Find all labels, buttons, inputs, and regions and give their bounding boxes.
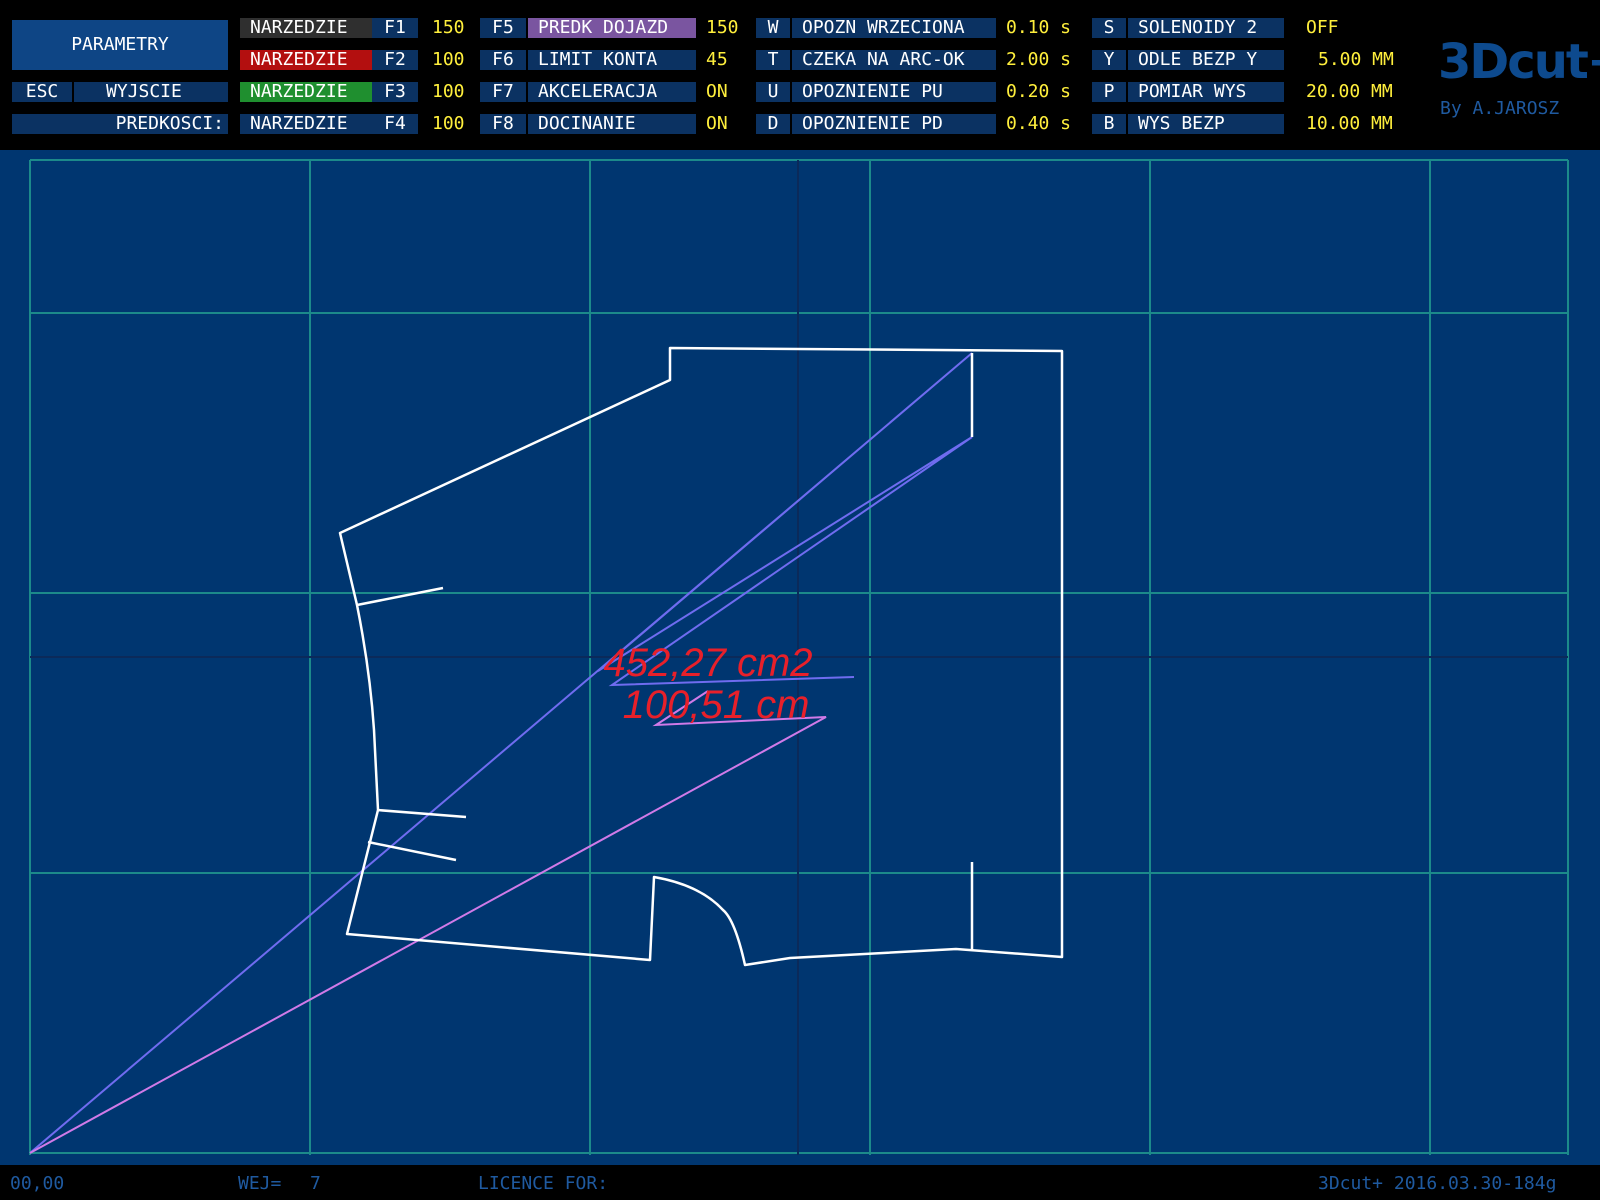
timing-w-label[interactable]: OPOZN WRZECIONA <box>792 18 996 38</box>
drawing-canvas[interactable]: 452,27 cm2 100,51 cm <box>0 150 1600 1165</box>
f6-key[interactable]: F6 <box>480 50 526 70</box>
timing-u-key[interactable]: U <box>756 82 790 102</box>
area-measurement: 452,27 cm2 <box>603 641 812 685</box>
tool-4-speed: 100 <box>432 113 465 134</box>
f7-value: ON <box>706 81 728 102</box>
speeds-label: PREDKOSCI: <box>12 114 228 134</box>
f8-value: ON <box>706 113 728 134</box>
tool-2-speed: 100 <box>432 49 465 70</box>
f5-label[interactable]: PREDK DOJAZD <box>528 18 696 38</box>
rapid-path-pink <box>29 690 827 1154</box>
cursor-coordinates: 00,00 <box>10 1173 65 1194</box>
setting-b-value: 10.00 MM <box>1306 113 1393 134</box>
f5-key[interactable]: F5 <box>480 18 526 38</box>
author-label: By A.JAROSZ <box>1440 98 1560 119</box>
tool-3-speed: 100 <box>432 81 465 102</box>
tool-1-key[interactable]: F1 <box>372 18 418 38</box>
entries-label: WEJ= <box>238 1173 282 1194</box>
app-logo: 3Dcut+ <box>1438 34 1600 90</box>
setting-y-label[interactable]: ODLE BEZP Y <box>1128 50 1284 70</box>
notch-2 <box>376 808 467 819</box>
parametry-button[interactable]: PARAMETRY <box>12 20 228 70</box>
tool-2-label[interactable]: NARZEDZIE <box>240 50 372 70</box>
licence-label: LICENCE FOR: <box>478 1173 609 1194</box>
notch-3 <box>367 840 457 862</box>
parameters-panel: PARAMETRY ESC WYJSCIE PREDKOSCI: NARZEDZ… <box>0 0 1600 150</box>
tool-4-key[interactable]: F4 <box>372 114 418 134</box>
setting-b-key[interactable]: B <box>1092 114 1126 134</box>
timing-u-label[interactable]: OPOZNIENIE PU <box>792 82 996 102</box>
f8-label[interactable]: DOCINANIE <box>528 114 696 134</box>
f6-label[interactable]: LIMIT KONTA <box>528 50 696 70</box>
timing-t-key[interactable]: T <box>756 50 790 70</box>
timing-d-label[interactable]: OPOZNIENIE PD <box>792 114 996 134</box>
length-measurement: 100,51 cm <box>623 683 810 727</box>
tool-3-label[interactable]: NARZEDZIE <box>240 82 372 102</box>
setting-s-key[interactable]: S <box>1092 18 1126 38</box>
setting-s-value: OFF <box>1306 17 1339 38</box>
timing-u-value: 0.20 s <box>1006 81 1072 102</box>
cut-path-view[interactable]: 452,27 cm2 100,51 cm <box>0 150 1600 1165</box>
entries-value: 7 <box>310 1173 321 1194</box>
tool-1-label[interactable]: NARZEDZIE <box>240 18 372 38</box>
timing-t-value: 2.00 s <box>1006 49 1072 70</box>
f5-value: 150 <box>706 17 739 38</box>
f7-label[interactable]: AKCELERACJA <box>528 82 696 102</box>
version-label: 3Dcut+ 2016.03.30-184g <box>1318 1173 1557 1194</box>
timing-d-value: 0.40 s <box>1006 113 1072 134</box>
f6-value: 45 <box>706 49 728 70</box>
setting-b-label[interactable]: WYS BEZP <box>1128 114 1284 134</box>
exit-button[interactable]: WYJSCIE <box>74 82 228 102</box>
f7-key[interactable]: F7 <box>480 82 526 102</box>
setting-y-value: 5.00 MM <box>1318 49 1394 70</box>
setting-p-key[interactable]: P <box>1092 82 1126 102</box>
tool-2-key[interactable]: F2 <box>372 50 418 70</box>
f8-key[interactable]: F8 <box>480 114 526 134</box>
esc-key[interactable]: ESC <box>12 82 72 102</box>
timing-w-value: 0.10 s <box>1006 17 1072 38</box>
timing-w-key[interactable]: W <box>756 18 790 38</box>
tool-1-speed: 150 <box>432 17 465 38</box>
rapid-path-blue-1 <box>29 352 973 1154</box>
setting-p-label[interactable]: POMIAR WYS <box>1128 82 1284 102</box>
timing-t-label[interactable]: CZEKA NA ARC-OK <box>792 50 996 70</box>
setting-s-label[interactable]: SOLENOIDY 2 <box>1128 18 1284 38</box>
notch-1 <box>356 586 444 607</box>
timing-d-key[interactable]: D <box>756 114 790 134</box>
tool-4-label[interactable]: NARZEDZIE <box>240 114 372 134</box>
travel-paths <box>29 352 973 1154</box>
setting-p-value: 20.00 MM <box>1306 81 1393 102</box>
setting-y-key[interactable]: Y <box>1092 50 1126 70</box>
status-bar: 00,00 WEJ= 7 LICENCE FOR: 3Dcut+ 2016.03… <box>0 1165 1600 1200</box>
tool-3-key[interactable]: F3 <box>372 82 418 102</box>
